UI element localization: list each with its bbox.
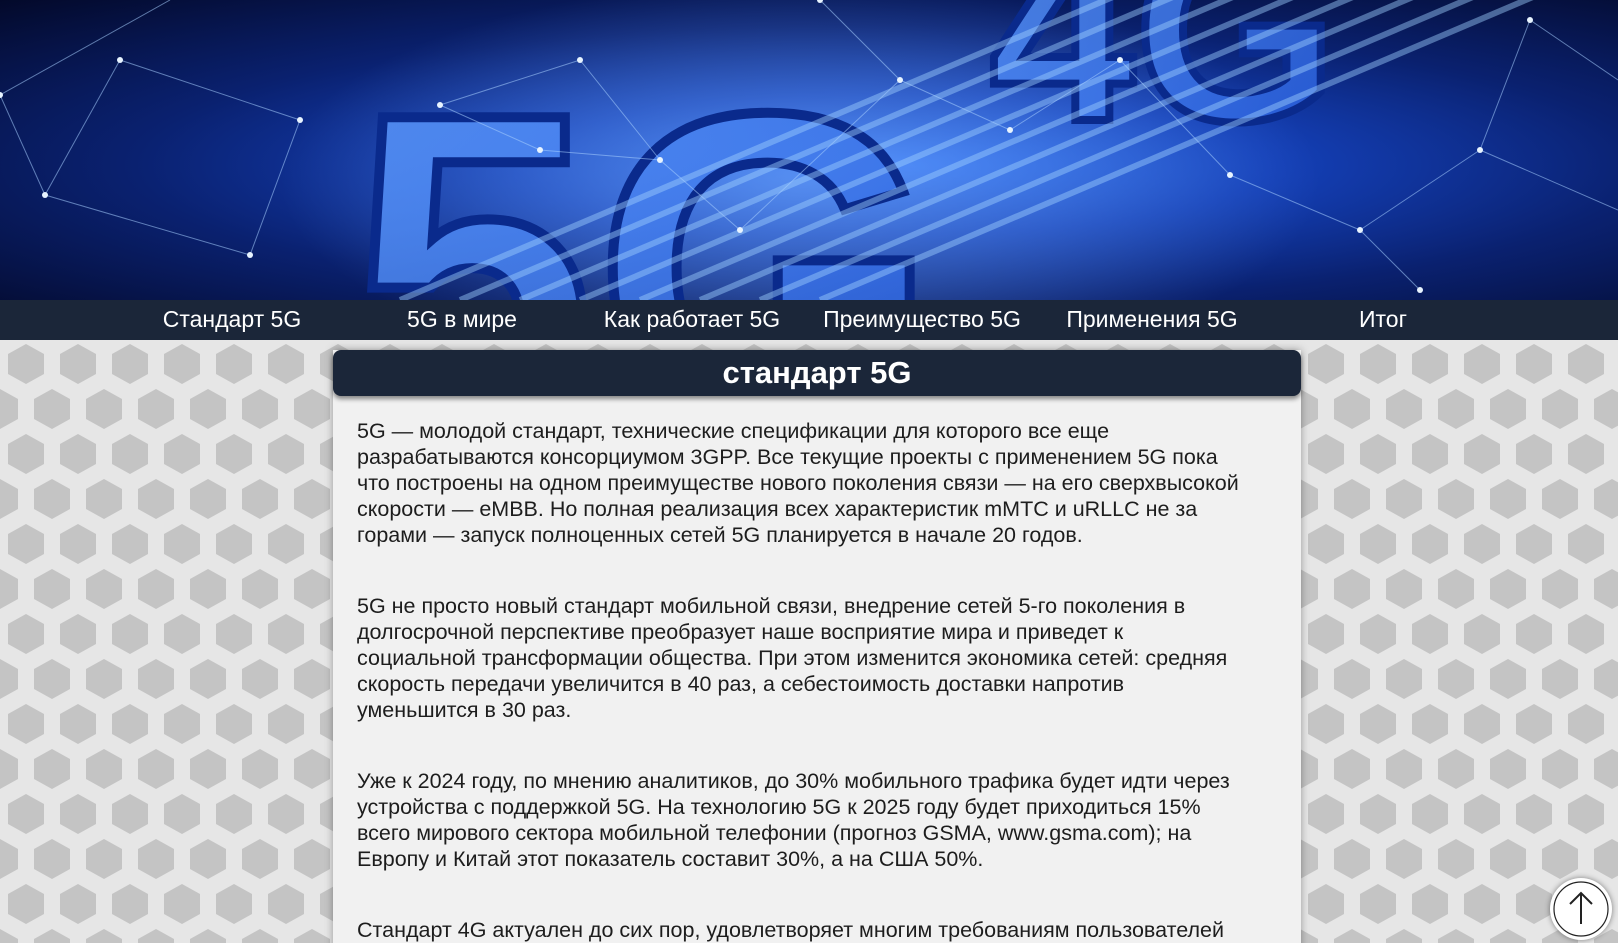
scroll-to-top-button[interactable] (1550, 878, 1612, 940)
page: 5G 4G Стандарт 5G 5G в мире Как работает… (0, 0, 1618, 943)
paragraph-2: 5G не просто новый стандарт мобильной св… (357, 593, 1287, 723)
main-nav: Стандарт 5G 5G в мире Как работает 5G Пр… (0, 300, 1618, 340)
text-line: 5G — молодой стандарт, технические специ… (357, 419, 1110, 443)
nav-item-5g-advantage[interactable]: Преимущество 5G (807, 300, 1037, 340)
text-line: разрабатываются консорциумом 3GPP. Все т… (357, 445, 1218, 469)
nav-item-summary[interactable]: Итог (1268, 300, 1498, 340)
text-line: 5G не просто новый стандарт мобильной св… (357, 594, 1186, 618)
paragraph-3: Уже к 2024 году, по мнению аналитиков, д… (357, 768, 1287, 872)
text-line: Стандарт 4G актуален до сих пор, удовлет… (357, 918, 1224, 942)
paragraph-1: 5G — молодой стандарт, технические специ… (357, 418, 1287, 548)
hero-banner: 5G 4G (0, 0, 1618, 300)
nav-item-5g-applications[interactable]: Применения 5G (1037, 300, 1267, 340)
paragraph-4: Стандарт 4G актуален до сих пор, удовлет… (357, 917, 1287, 943)
text-line: скорости — eMBB. Но полная реализация вс… (357, 497, 1198, 521)
arrow-up-icon (1553, 881, 1609, 937)
text-line: социальной трансформации общества. При э… (357, 646, 1228, 670)
section-title: стандарт 5G (333, 350, 1301, 396)
text-line: долгосрочной перспективе преобразует наш… (357, 620, 1124, 644)
text-line: скорость передачи увеличится в 40 раз, а… (357, 672, 1125, 696)
text-line: Уже к 2024 году, по мнению аналитиков, д… (357, 769, 1230, 793)
nav-item-how-5g-works[interactable]: Как работает 5G (577, 300, 807, 340)
5g-network-banner-image: 5G 4G (0, 0, 1618, 300)
nav-item-standard-5g[interactable]: Стандарт 5G (117, 300, 347, 340)
text-line: всего мирового сектора мобильной телефон… (357, 821, 1192, 845)
content-card: стандарт 5G 5G — молодой стандарт, техни… (333, 350, 1301, 943)
nav-item-5g-world[interactable]: 5G в мире (347, 300, 577, 340)
text-line: что построены на одном преимуществе ново… (357, 471, 1239, 495)
text-line: уменьшится в 30 раз. (357, 698, 572, 722)
text-line: горами — запуск полноценных сетей 5G пла… (357, 523, 1083, 547)
text-line: устройства с поддержкой 5G. На технологи… (357, 795, 1201, 819)
text-line: Европу и Китай этот показатель составит … (357, 847, 984, 871)
